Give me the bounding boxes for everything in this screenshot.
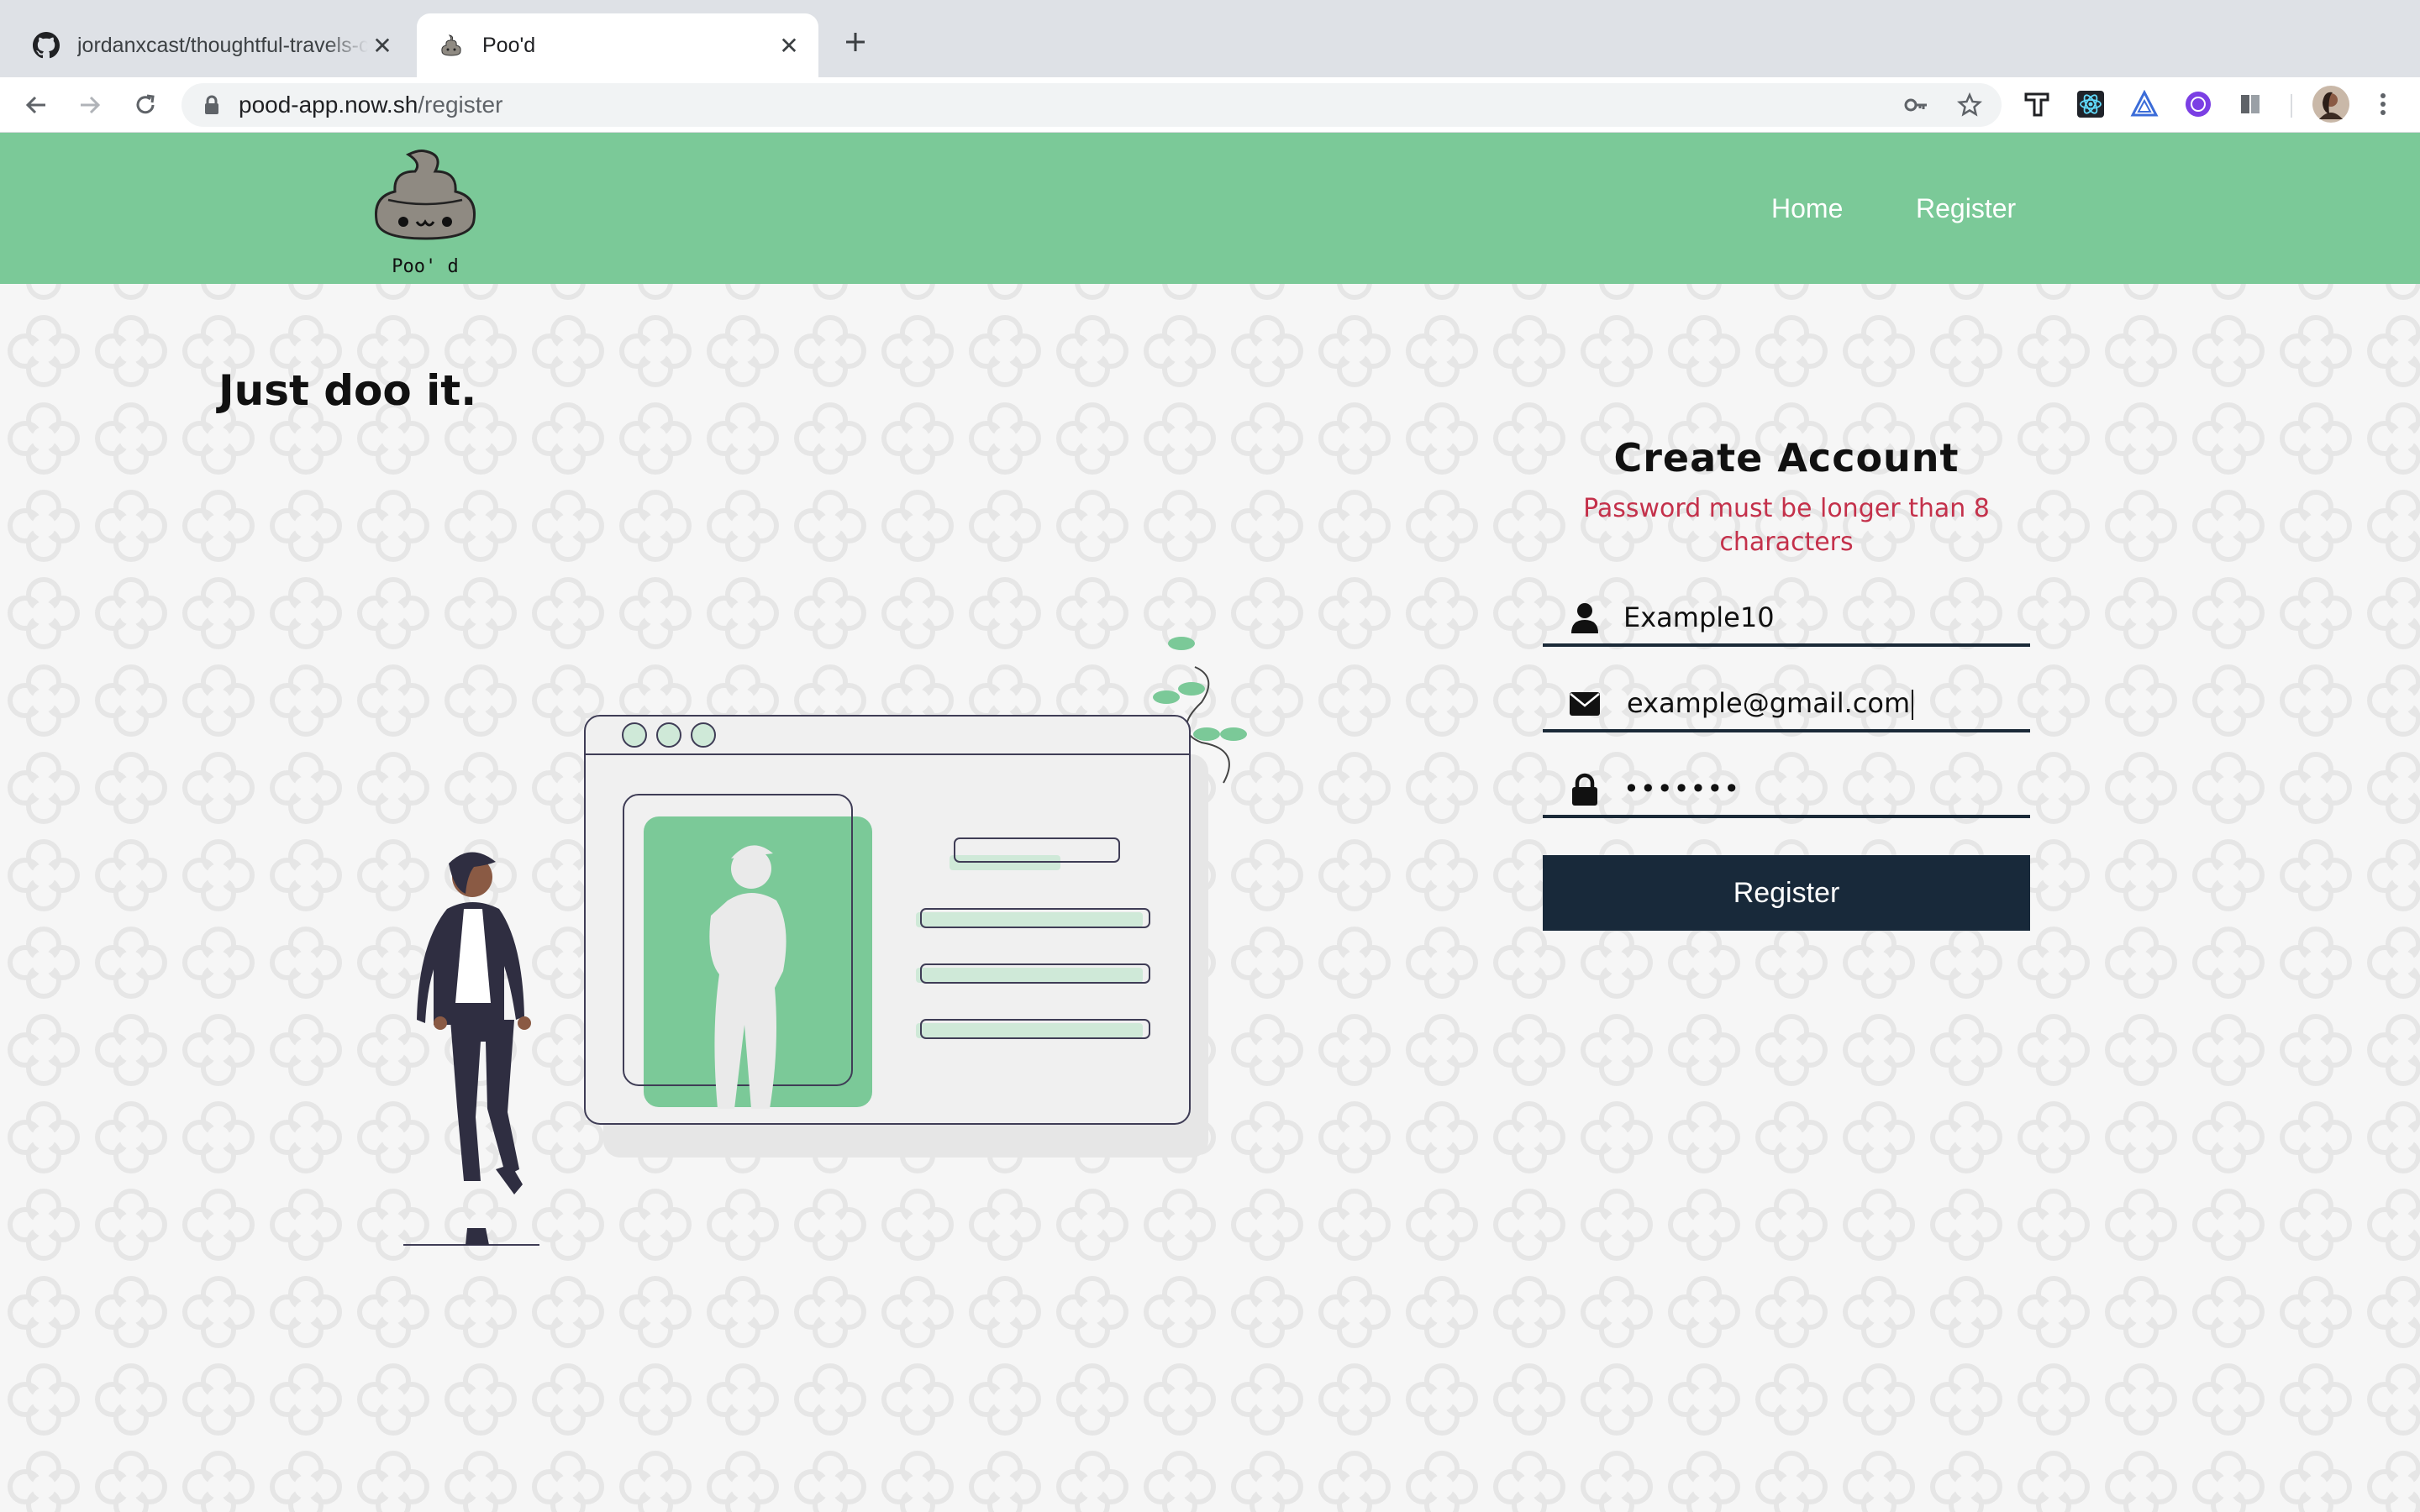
form-title: Create Account (1613, 435, 1960, 480)
lock-icon (205, 95, 218, 114)
profile-illustration (403, 637, 1247, 1246)
tab-pood[interactable]: Poo'd ✕ (417, 13, 818, 77)
nav-home-link[interactable]: Home (1771, 133, 1843, 284)
tagline: Just doo it. (218, 366, 477, 415)
person-figure (403, 852, 539, 1246)
bookmark-extension-icon[interactable] (2235, 89, 2265, 119)
profile-avatar[interactable] (2311, 84, 2351, 124)
new-tab-button[interactable] (837, 24, 874, 60)
email-input[interactable]: example@gmail.com (1627, 672, 1914, 732)
email-value: example@gmail.com (1627, 687, 1911, 719)
register-form: Create Account Password must be longer t… (1543, 435, 2030, 931)
type-extension-icon[interactable] (2022, 89, 2052, 119)
user-icon (1571, 603, 1598, 633)
close-tab-icon[interactable]: ✕ (368, 31, 397, 60)
key-icon[interactable] (1902, 92, 1929, 118)
nav-register-link[interactable]: Register (1916, 133, 2016, 284)
react-devtools-icon[interactable] (2075, 89, 2106, 119)
text-caret (1912, 690, 1914, 720)
url-text: pood-app.now.sh/register (239, 83, 502, 127)
email-field[interactable]: example@gmail.com (1543, 672, 2030, 732)
forward-button[interactable] (72, 87, 108, 123)
envelope-icon (1570, 692, 1600, 716)
lock-icon (1572, 773, 1597, 806)
purple-extension-icon[interactable] (2183, 89, 2213, 119)
password-input[interactable]: ••••••• (1623, 758, 1740, 818)
poo-logo[interactable]: Poo' d (363, 144, 487, 279)
browser-toolbar: pood-app.now.sh/register (0, 77, 2420, 133)
reload-icon (136, 94, 155, 114)
github-icon (32, 31, 60, 60)
username-field[interactable]: Example10 (1543, 586, 2030, 647)
browser-tab-bar: jordanxcast/thoughtful-travels-c ✕ Poo'd… (0, 0, 2420, 77)
address-bar[interactable]: pood-app.now.sh/register (182, 83, 2002, 127)
tab-title: jordanxcast/thoughtful-travels-c (77, 33, 368, 57)
username-input[interactable]: Example10 (1623, 586, 1775, 647)
back-button[interactable] (18, 87, 54, 123)
site-header: Poo' d Home Register (0, 133, 2420, 284)
arrow-right-icon (81, 96, 101, 114)
triangle-extension-icon[interactable] (2129, 89, 2160, 119)
close-tab-icon[interactable]: ✕ (775, 31, 803, 60)
password-error-message: Password must be longer than 8 character… (1583, 494, 1990, 557)
register-submit-button[interactable]: Register (1543, 855, 2030, 931)
arrow-left-icon (25, 96, 45, 114)
tab-github[interactable]: jordanxcast/thoughtful-travels-c ✕ (10, 13, 412, 77)
toolbar-separator (2291, 94, 2292, 118)
bookmark-star-icon[interactable] (1956, 92, 1983, 118)
tab-title: Poo'd (482, 33, 536, 57)
logo-text: Poo' d (392, 256, 458, 277)
poo-icon (437, 31, 466, 60)
reload-button[interactable] (128, 87, 163, 123)
more-menu-icon[interactable] (2368, 89, 2398, 119)
password-field[interactable]: ••••••• (1543, 758, 2030, 818)
page-content: Poo' d Home Register Just doo it. Create… (0, 133, 2420, 1512)
url-host: pood-app.now.sh (239, 92, 418, 118)
url-path: /register (418, 92, 503, 118)
